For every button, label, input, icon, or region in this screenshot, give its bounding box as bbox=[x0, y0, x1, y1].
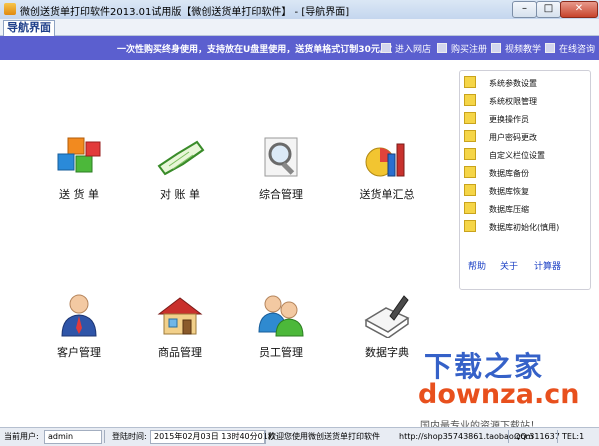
magnifier-icon bbox=[264, 137, 298, 177]
close-button[interactable]: ✕ bbox=[560, 1, 598, 18]
folder-icon bbox=[464, 130, 476, 142]
folder-icon bbox=[464, 202, 476, 214]
watermark-line2: downza.cn bbox=[418, 379, 580, 410]
status-separator bbox=[104, 430, 105, 443]
status-qq: QQ:311637 bbox=[514, 432, 560, 441]
folder-icon bbox=[464, 220, 476, 232]
employee-mgmt-button[interactable]: 员工管理 bbox=[236, 294, 326, 360]
about-link[interactable]: 关于 bbox=[500, 259, 518, 272]
folder-icon bbox=[464, 94, 476, 106]
tab-bar: 导航界面 bbox=[0, 19, 599, 36]
status-separator bbox=[264, 430, 265, 443]
menu-item-db-init[interactable]: 数据库初始化(慎用) bbox=[464, 220, 559, 236]
delivery-summary-button[interactable]: 送货单汇总 bbox=[342, 136, 432, 202]
menu-item-change-password[interactable]: 用户密码更改 bbox=[464, 130, 537, 146]
statement-label: 对 账 单 bbox=[160, 188, 200, 201]
banner-link-register[interactable]: 购买注册 bbox=[437, 42, 487, 55]
menu-item-db-backup[interactable]: 数据库备份 bbox=[464, 166, 529, 182]
title-bar: 微创送货单打印软件2013.01试用版【微创送货单打印软件】 - [导航界面] … bbox=[0, 0, 599, 19]
delivery-note-label: 送 货 单 bbox=[59, 188, 99, 201]
banner-link-consult[interactable]: 在线咨询 bbox=[545, 42, 595, 55]
folder-icon bbox=[464, 112, 476, 124]
status-login-label: 登陆时间: bbox=[112, 432, 147, 441]
customer-mgmt-label: 客户管理 bbox=[57, 346, 101, 359]
status-login-value: 2015年02月03日 13时40分01秒 bbox=[150, 430, 276, 444]
product-mgmt-button[interactable]: 商品管理 bbox=[135, 294, 225, 360]
bar-chart-icon bbox=[365, 143, 405, 177]
delivery-note-button[interactable]: 送 货 单 bbox=[34, 136, 124, 202]
open-book-icon bbox=[157, 140, 205, 176]
square-icon bbox=[545, 43, 555, 53]
banner-slogan: 一次性购买终身使用，支持放在U盘里使用，送货单格式订制30元/次 bbox=[117, 45, 393, 55]
minimize-button[interactable]: – bbox=[512, 1, 537, 18]
folder-icon bbox=[464, 76, 476, 88]
maximize-button[interactable]: □ bbox=[536, 1, 561, 18]
status-separator bbox=[557, 430, 558, 443]
banner: 一次性购买终身使用，支持放在U盘里使用，送货单格式订制30元/次 进入网店 购买… bbox=[0, 36, 599, 60]
menu-item-db-compress[interactable]: 数据库压缩 bbox=[464, 202, 529, 218]
tab-navigation[interactable]: 导航界面 bbox=[3, 20, 55, 36]
system-menu-panel: 系统参数设置 系统权限管理 更换操作员 用户密码更改 自定义栏位设置 数据库备份… bbox=[459, 70, 591, 290]
menu-item-custom-columns[interactable]: 自定义栏位设置 bbox=[464, 148, 545, 164]
app-icon bbox=[4, 3, 16, 15]
help-link[interactable]: 帮助 bbox=[468, 259, 486, 272]
square-icon bbox=[491, 43, 501, 53]
menu-item-db-restore[interactable]: 数据库恢复 bbox=[464, 184, 529, 200]
book-pen-icon bbox=[364, 295, 410, 338]
window-title: 微创送货单打印软件2013.01试用版【微创送货单打印软件】 - [导航界面] bbox=[20, 7, 350, 18]
people-icon bbox=[258, 295, 304, 337]
banner-link-shop[interactable]: 进入网店 bbox=[381, 42, 431, 55]
folder-icon bbox=[464, 184, 476, 196]
square-icon bbox=[437, 43, 447, 53]
folder-icon bbox=[464, 166, 476, 178]
comprehensive-mgmt-label: 综合管理 bbox=[259, 188, 303, 201]
status-tel: TEL:1 bbox=[562, 432, 585, 441]
status-welcome: 欢迎您使用微创送货单打印软件 bbox=[268, 432, 380, 441]
customer-person-icon bbox=[61, 294, 97, 337]
employee-mgmt-label: 员工管理 bbox=[259, 346, 303, 359]
square-icon bbox=[381, 43, 391, 53]
cubes-icon bbox=[57, 137, 101, 173]
status-user-value: admin bbox=[44, 430, 102, 444]
status-separator bbox=[508, 430, 509, 443]
house-icon bbox=[157, 297, 203, 335]
comprehensive-mgmt-button[interactable]: 综合管理 bbox=[236, 136, 326, 202]
folder-icon bbox=[464, 148, 476, 160]
delivery-summary-label: 送货单汇总 bbox=[359, 188, 415, 201]
customer-mgmt-button[interactable]: 客户管理 bbox=[34, 294, 124, 360]
calculator-link[interactable]: 计算器 bbox=[534, 259, 561, 272]
menu-item-system-params[interactable]: 系统参数设置 bbox=[464, 76, 537, 92]
banner-link-video[interactable]: 视频教学 bbox=[491, 42, 541, 55]
watermark: 下载之家 downza.cn 国内最专业的资源下载站！ bbox=[412, 345, 592, 432]
product-mgmt-label: 商品管理 bbox=[158, 346, 202, 359]
main-area: 送 货 单 对 账 单 综合管理 送货单汇总 客户管理 商品管理 员工管理 数据… bbox=[0, 60, 599, 432]
status-bar: 当前用户: admin 登陆时间: 2015年02月03日 13时40分01秒 … bbox=[0, 427, 599, 446]
menu-item-permissions[interactable]: 系统权限管理 bbox=[464, 94, 537, 110]
status-user-label: 当前用户: bbox=[4, 432, 39, 441]
statement-button[interactable]: 对 账 单 bbox=[135, 136, 225, 202]
menu-item-change-operator[interactable]: 更换操作员 bbox=[464, 112, 529, 128]
